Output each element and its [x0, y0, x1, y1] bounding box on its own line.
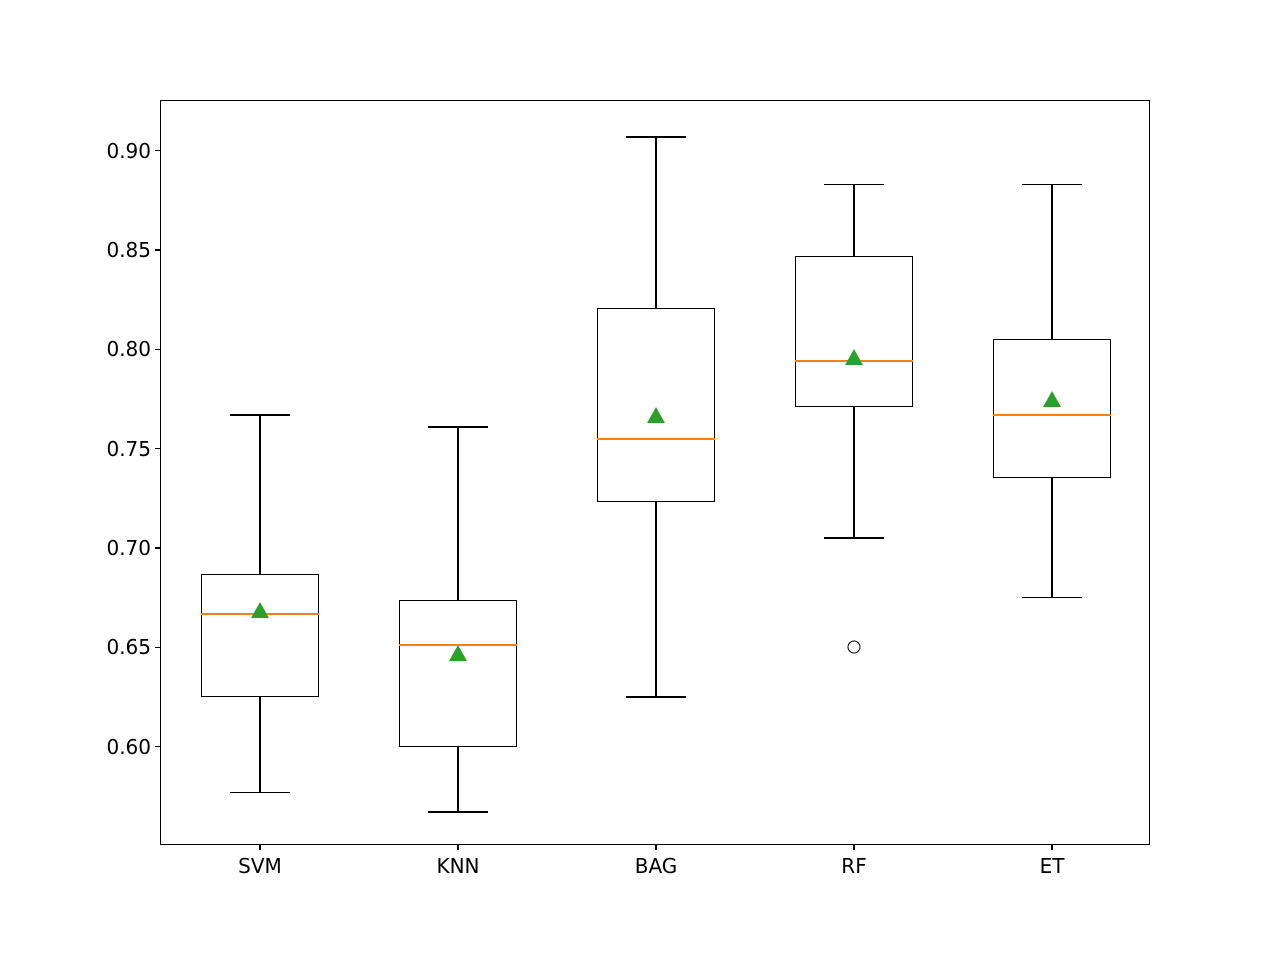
median-line: [597, 438, 716, 440]
ytick-label: 0.80: [106, 337, 151, 361]
xtick-mark: [457, 844, 458, 850]
box: [993, 339, 1112, 478]
cap-low: [824, 537, 883, 539]
xtick-mark: [259, 844, 260, 850]
whisker-high: [259, 415, 261, 574]
mean-marker-triangle-icon: [647, 407, 665, 423]
ytick-mark: [155, 746, 161, 747]
mean-marker-triangle-icon: [251, 602, 269, 618]
cap-high: [230, 414, 289, 416]
cap-high: [1022, 184, 1081, 186]
box: [597, 308, 716, 503]
cap-high: [824, 184, 883, 186]
ytick-label: 0.75: [106, 437, 151, 461]
ytick-label: 0.70: [106, 536, 151, 560]
axes: 0.600.650.700.750.800.850.90SVMKNNBAGRFE…: [160, 100, 1150, 845]
box: [399, 600, 518, 747]
box: [795, 256, 914, 407]
cap-low: [230, 792, 289, 794]
ytick-label: 0.85: [106, 238, 151, 262]
ytick-mark: [155, 249, 161, 250]
xtick-label: BAG: [635, 854, 678, 878]
cap-high: [428, 426, 487, 428]
ytick-mark: [155, 150, 161, 151]
median-line: [993, 414, 1112, 416]
whisker-high: [655, 137, 657, 308]
whisker-high: [853, 184, 855, 256]
mean-marker-triangle-icon: [449, 645, 467, 661]
whisker-high: [457, 427, 459, 600]
cap-low: [428, 811, 487, 813]
xtick-mark: [1051, 844, 1052, 850]
ytick-label: 0.60: [106, 735, 151, 759]
figure: 0.60 0.65 0.70 0.75 0.80 0.85 0.90 SVM KNN BAG RF E…: [0, 0, 1280, 960]
mean-marker-triangle-icon: [1043, 391, 1061, 407]
xtick-label: KNN: [436, 854, 479, 878]
whisker-low: [259, 697, 261, 792]
cap-low: [626, 696, 685, 698]
xtick-label: RF: [841, 854, 866, 878]
whisker-low: [457, 747, 459, 813]
xtick-mark: [655, 844, 656, 850]
ytick-label: 0.65: [106, 635, 151, 659]
box: [201, 574, 320, 697]
whisker-high: [1051, 184, 1053, 339]
xtick-mark: [853, 844, 854, 850]
outlier-point: [848, 641, 861, 654]
ytick-mark: [155, 547, 161, 548]
ytick-label: 0.90: [106, 139, 151, 163]
ytick-mark: [155, 647, 161, 648]
mean-marker-triangle-icon: [845, 349, 863, 365]
ytick-mark: [155, 448, 161, 449]
xtick-label: ET: [1040, 854, 1065, 878]
cap-high: [626, 136, 685, 138]
whisker-low: [1051, 478, 1053, 597]
xtick-label: SVM: [238, 854, 282, 878]
ytick-mark: [155, 349, 161, 350]
cap-low: [1022, 597, 1081, 599]
whisker-low: [853, 407, 855, 538]
whisker-low: [655, 502, 657, 697]
